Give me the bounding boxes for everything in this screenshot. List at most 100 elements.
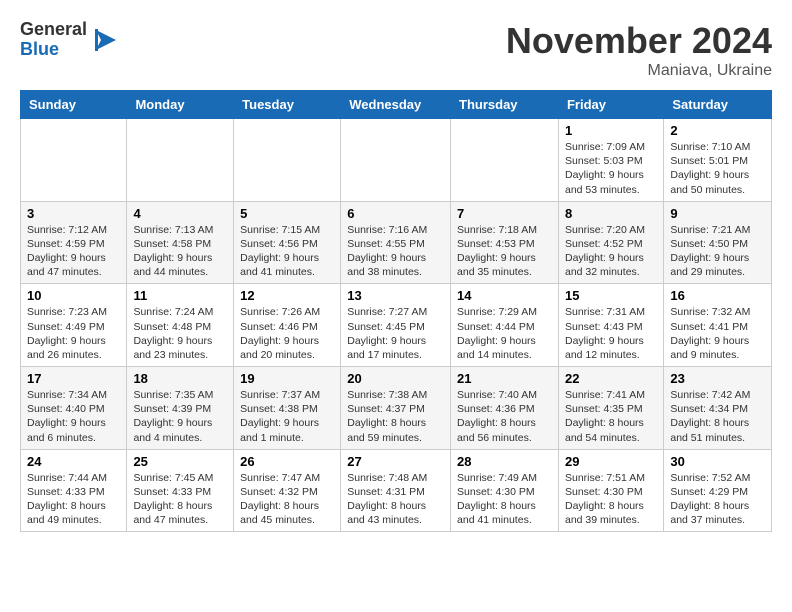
logo-general: General <box>20 20 87 40</box>
calendar-cell <box>21 119 127 202</box>
day-info: Sunrise: 7:32 AM Sunset: 4:41 PM Dayligh… <box>670 305 765 362</box>
calendar-cell <box>234 119 341 202</box>
day-info: Sunrise: 7:41 AM Sunset: 4:35 PM Dayligh… <box>565 388 657 445</box>
day-number: 21 <box>457 371 552 386</box>
day-number: 10 <box>27 288 120 303</box>
day-info: Sunrise: 7:47 AM Sunset: 4:32 PM Dayligh… <box>240 471 334 528</box>
calendar-cell: 15 Sunrise: 7:31 AM Sunset: 4:43 PM Dayli… <box>558 284 663 367</box>
calendar-cell: 28Sunrise: 7:49 AM Sunset: 4:30 PM Dayli… <box>451 449 559 532</box>
calendar-cell: 2 Sunrise: 7:10 AM Sunset: 5:01 PM Daylig… <box>664 119 772 202</box>
day-number: 15 <box>565 288 657 303</box>
day-info: Sunrise: 7:23 AM Sunset: 4:49 PM Dayligh… <box>27 305 120 362</box>
calendar-cell: 7 Sunrise: 7:18 AM Sunset: 4:53 PM Daylig… <box>451 201 559 284</box>
page-header: General Blue November 2024 Maniava, Ukra… <box>20 20 772 80</box>
logo-icon <box>91 25 121 55</box>
calendar-cell: 9 Sunrise: 7:21 AM Sunset: 4:50 PM Daylig… <box>664 201 772 284</box>
day-info: Sunrise: 7:20 AM Sunset: 4:52 PM Dayligh… <box>565 223 657 280</box>
day-number: 12 <box>240 288 334 303</box>
day-info: Sunrise: 7:26 AM Sunset: 4:46 PM Dayligh… <box>240 305 334 362</box>
day-info: Sunrise: 7:42 AM Sunset: 4:34 PM Dayligh… <box>670 388 765 445</box>
day-number: 13 <box>347 288 444 303</box>
month-title: November 2024 <box>506 20 772 62</box>
day-info: Sunrise: 7:13 AM Sunset: 4:58 PM Dayligh… <box>133 223 227 280</box>
day-number: 9 <box>670 206 765 221</box>
day-number: 23 <box>670 371 765 386</box>
calendar-week-row: 1Sunrise: 7:09 AM Sunset: 5:03 PM Daylig… <box>21 119 772 202</box>
day-info: Sunrise: 7:38 AM Sunset: 4:37 PM Dayligh… <box>347 388 444 445</box>
calendar-day-header: Saturday <box>664 91 772 119</box>
calendar-cell: 23 Sunrise: 7:42 AM Sunset: 4:34 PM Dayli… <box>664 367 772 450</box>
day-info: Sunrise: 7:29 AM Sunset: 4:44 PM Dayligh… <box>457 305 552 362</box>
calendar-cell: 24Sunrise: 7:44 AM Sunset: 4:33 PM Dayli… <box>21 449 127 532</box>
day-number: 1 <box>565 123 657 138</box>
calendar-day-header: Wednesday <box>341 91 451 119</box>
calendar-table: SundayMondayTuesdayWednesdayThursdayFrid… <box>20 90 772 532</box>
day-number: 26 <box>240 454 334 469</box>
day-info: Sunrise: 7:18 AM Sunset: 4:53 PM Dayligh… <box>457 223 552 280</box>
calendar-day-header: Sunday <box>21 91 127 119</box>
day-number: 11 <box>133 288 227 303</box>
day-number: 20 <box>347 371 444 386</box>
calendar-cell: 21 Sunrise: 7:40 AM Sunset: 4:36 PM Dayli… <box>451 367 559 450</box>
day-number: 19 <box>240 371 334 386</box>
day-info: Sunrise: 7:44 AM Sunset: 4:33 PM Dayligh… <box>27 471 120 528</box>
calendar-cell: 18 Sunrise: 7:35 AM Sunset: 4:39 PM Dayli… <box>127 367 234 450</box>
calendar-week-row: 3Sunrise: 7:12 AM Sunset: 4:59 PM Daylig… <box>21 201 772 284</box>
day-info: Sunrise: 7:52 AM Sunset: 4:29 PM Dayligh… <box>670 471 765 528</box>
calendar-cell: 20 Sunrise: 7:38 AM Sunset: 4:37 PM Dayli… <box>341 367 451 450</box>
day-number: 27 <box>347 454 444 469</box>
calendar-cell: 8 Sunrise: 7:20 AM Sunset: 4:52 PM Daylig… <box>558 201 663 284</box>
calendar-cell: 12 Sunrise: 7:26 AM Sunset: 4:46 PM Dayli… <box>234 284 341 367</box>
calendar-cell: 6Sunrise: 7:16 AM Sunset: 4:55 PM Daylig… <box>341 201 451 284</box>
logo-blue: Blue <box>20 40 87 60</box>
day-number: 7 <box>457 206 552 221</box>
day-info: Sunrise: 7:24 AM Sunset: 4:48 PM Dayligh… <box>133 305 227 362</box>
day-info: Sunrise: 7:37 AM Sunset: 4:38 PM Dayligh… <box>240 388 334 445</box>
day-number: 14 <box>457 288 552 303</box>
day-number: 29 <box>565 454 657 469</box>
calendar-header-row: SundayMondayTuesdayWednesdayThursdayFrid… <box>21 91 772 119</box>
day-info: Sunrise: 7:12 AM Sunset: 4:59 PM Dayligh… <box>27 223 120 280</box>
day-info: Sunrise: 7:51 AM Sunset: 4:30 PM Dayligh… <box>565 471 657 528</box>
day-info: Sunrise: 7:16 AM Sunset: 4:55 PM Dayligh… <box>347 223 444 280</box>
day-number: 5 <box>240 206 334 221</box>
calendar-week-row: 17 Sunrise: 7:34 AM Sunset: 4:40 PM Dayli… <box>21 367 772 450</box>
calendar-cell <box>341 119 451 202</box>
calendar-cell <box>127 119 234 202</box>
day-number: 18 <box>133 371 227 386</box>
day-info: Sunrise: 7:40 AM Sunset: 4:36 PM Dayligh… <box>457 388 552 445</box>
calendar-cell: 5 Sunrise: 7:15 AM Sunset: 4:56 PM Daylig… <box>234 201 341 284</box>
calendar-day-header: Tuesday <box>234 91 341 119</box>
day-number: 22 <box>565 371 657 386</box>
day-number: 2 <box>670 123 765 138</box>
calendar-cell: 1Sunrise: 7:09 AM Sunset: 5:03 PM Daylig… <box>558 119 663 202</box>
calendar-cell: 16 Sunrise: 7:32 AM Sunset: 4:41 PM Dayli… <box>664 284 772 367</box>
calendar-cell: 25Sunrise: 7:45 AM Sunset: 4:33 PM Dayli… <box>127 449 234 532</box>
day-number: 4 <box>133 206 227 221</box>
calendar-cell: 29 Sunrise: 7:51 AM Sunset: 4:30 PM Dayli… <box>558 449 663 532</box>
calendar-cell: 30 Sunrise: 7:52 AM Sunset: 4:29 PM Dayli… <box>664 449 772 532</box>
day-info: Sunrise: 7:31 AM Sunset: 4:43 PM Dayligh… <box>565 305 657 362</box>
calendar-cell: 14 Sunrise: 7:29 AM Sunset: 4:44 PM Dayli… <box>451 284 559 367</box>
calendar-cell: 10 Sunrise: 7:23 AM Sunset: 4:49 PM Dayli… <box>21 284 127 367</box>
logo: General Blue <box>20 20 121 60</box>
calendar-cell: 17 Sunrise: 7:34 AM Sunset: 4:40 PM Dayli… <box>21 367 127 450</box>
day-number: 25 <box>133 454 227 469</box>
calendar-cell: 13 Sunrise: 7:27 AM Sunset: 4:45 PM Dayli… <box>341 284 451 367</box>
day-number: 17 <box>27 371 120 386</box>
day-number: 8 <box>565 206 657 221</box>
day-info: Sunrise: 7:34 AM Sunset: 4:40 PM Dayligh… <box>27 388 120 445</box>
day-info: Sunrise: 7:49 AM Sunset: 4:30 PM Dayligh… <box>457 471 552 528</box>
day-info: Sunrise: 7:35 AM Sunset: 4:39 PM Dayligh… <box>133 388 227 445</box>
day-number: 16 <box>670 288 765 303</box>
calendar-day-header: Monday <box>127 91 234 119</box>
calendar-week-row: 24Sunrise: 7:44 AM Sunset: 4:33 PM Dayli… <box>21 449 772 532</box>
day-info: Sunrise: 7:15 AM Sunset: 4:56 PM Dayligh… <box>240 223 334 280</box>
day-info: Sunrise: 7:27 AM Sunset: 4:45 PM Dayligh… <box>347 305 444 362</box>
calendar-cell: 4 Sunrise: 7:13 AM Sunset: 4:58 PM Daylig… <box>127 201 234 284</box>
day-number: 30 <box>670 454 765 469</box>
calendar-cell: 27Sunrise: 7:48 AM Sunset: 4:31 PM Dayli… <box>341 449 451 532</box>
day-info: Sunrise: 7:10 AM Sunset: 5:01 PM Dayligh… <box>670 140 765 197</box>
day-info: Sunrise: 7:21 AM Sunset: 4:50 PM Dayligh… <box>670 223 765 280</box>
calendar-cell: 26 Sunrise: 7:47 AM Sunset: 4:32 PM Dayli… <box>234 449 341 532</box>
